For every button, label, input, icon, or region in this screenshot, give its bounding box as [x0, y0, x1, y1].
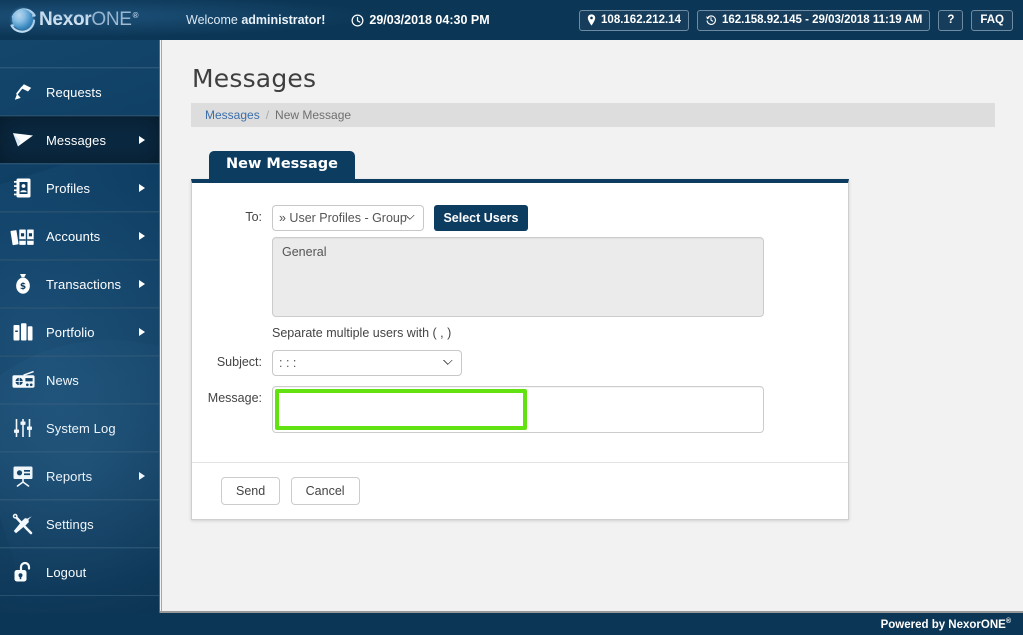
to-field-group: » User Profiles - Group Select Users Sep…	[272, 205, 848, 340]
sidebar-item-label: Profiles	[46, 180, 91, 196]
sidebar-navigation: Requests Messages Profiles Accounts $ Tr…	[0, 40, 160, 613]
help-button[interactable]: ?	[938, 9, 964, 31]
breadcrumb-link-messages[interactable]: Messages	[205, 108, 260, 122]
sidebar-item-reports[interactable]: Reports	[0, 452, 159, 500]
message-textarea[interactable]	[272, 386, 764, 433]
welcome-username: administrator!	[241, 13, 326, 27]
main-content-area: Messages Messages / New Message New Mess…	[161, 40, 1023, 613]
tools-icon	[0, 513, 46, 535]
breadcrumb-current: New Message	[275, 108, 352, 122]
new-message-form: To: » User Profiles - Group Select Users…	[192, 183, 848, 462]
briefcase-icon	[0, 321, 46, 343]
history-clock-icon	[705, 14, 717, 26]
last-login-text: 162.158.92.145 - 29/03/2018 11:19 AM	[721, 13, 923, 26]
subject-field-row: Subject: : : :	[192, 350, 848, 376]
radio-icon	[0, 370, 46, 390]
sidebar-item-label: Logout	[46, 564, 87, 580]
subject-field-group: : : :	[272, 350, 848, 376]
new-message-panel: To: » User Profiles - Group Select Users…	[191, 179, 849, 520]
panel-footer-actions: Send Cancel	[192, 462, 848, 519]
header-right-group: 108.162.212.14 162.158.92.145 - 29/03/20…	[579, 9, 1023, 31]
svg-text:$: $	[20, 282, 26, 292]
page-footer: Powered by NexorONE®	[0, 613, 1023, 635]
money-bag-icon: $	[0, 273, 46, 295]
current-ip-text: 108.162.212.14	[601, 13, 681, 26]
sidebar-item-requests[interactable]: Requests	[0, 68, 159, 116]
new-message-panel-wrapper: New Message To: » User Profiles - Group …	[191, 151, 849, 520]
chevron-right-icon	[139, 232, 145, 240]
current-ip-badge[interactable]: 108.162.212.14	[579, 9, 689, 31]
app-root: Nexor ONE ® Welcome administrator! 29/03/2…	[0, 0, 1023, 635]
send-button[interactable]: Send	[221, 477, 281, 505]
unlocked-lock-icon	[0, 561, 46, 583]
presentation-icon	[0, 465, 46, 487]
chevron-right-icon	[139, 280, 145, 288]
sidebar-item-label: Portfolio	[46, 324, 95, 340]
sidebar-top-spacer	[0, 40, 159, 68]
faq-button[interactable]: FAQ	[971, 9, 1013, 31]
logo-registered-mark: ®	[132, 11, 139, 20]
app-logo[interactable]: Nexor ONE ®	[0, 0, 172, 40]
chevron-right-icon	[139, 328, 145, 336]
to-profile-type-select[interactable]: » User Profiles - Group	[272, 205, 424, 231]
clock-icon	[351, 14, 364, 27]
sidebar-item-news[interactable]: News	[0, 356, 159, 404]
chevron-right-icon	[139, 136, 145, 144]
sidebar-item-portfolio[interactable]: Portfolio	[0, 308, 159, 356]
nexor-orb-logo-icon	[8, 5, 38, 35]
logo-text-primary: Nexor	[39, 9, 92, 30]
recipients-textarea[interactable]	[272, 237, 764, 317]
sidebar-item-messages[interactable]: Messages	[0, 116, 159, 164]
sidebar-item-label: Reports	[46, 468, 93, 484]
recipients-hint: Separate multiple users with ( , )	[272, 326, 452, 340]
top-header-bar: Nexor ONE ® Welcome administrator! 29/03/2…	[0, 0, 1023, 40]
location-pin-icon	[587, 14, 596, 26]
last-login-badge[interactable]: 162.158.92.145 - 29/03/2018 11:19 AM	[696, 9, 931, 31]
sidebar-item-label: System Log	[46, 420, 116, 436]
chevron-right-icon	[139, 184, 145, 192]
header-datetime-text: 29/03/2018 04:30 PM	[369, 13, 490, 27]
sidebar-item-logout[interactable]: Logout	[0, 548, 159, 596]
sliders-icon	[0, 417, 46, 439]
sidebar-item-label: Transactions	[46, 276, 122, 292]
binders-icon	[0, 225, 46, 247]
address-book-icon	[0, 177, 46, 199]
sidebar-item-transactions[interactable]: $ Transactions	[0, 260, 159, 308]
message-field-row: Message:	[192, 386, 848, 438]
subject-label: Subject:	[216, 355, 262, 369]
sidebar-item-label: Requests	[46, 84, 102, 100]
paper-plane-icon	[0, 130, 46, 150]
cancel-button[interactable]: Cancel	[290, 477, 360, 505]
welcome-message: Welcome administrator!	[186, 13, 325, 27]
page-title: Messages	[192, 64, 317, 93]
sidebar-item-label: Accounts	[46, 228, 101, 244]
subject-select[interactable]: : : :	[272, 350, 462, 376]
desk-lamp-icon	[0, 82, 46, 102]
footer-credit: Powered by NexorONE®	[881, 618, 1011, 631]
message-label: Message:	[207, 391, 262, 405]
select-users-button[interactable]: Select Users	[434, 205, 528, 231]
sidebar-item-label: Settings	[46, 516, 94, 532]
tab-strip: New Message	[191, 151, 849, 179]
sidebar-item-profiles[interactable]: Profiles	[0, 164, 159, 212]
chevron-right-icon	[139, 472, 145, 480]
logo-text-secondary: ONE	[91, 9, 132, 30]
tab-new-message[interactable]: New Message	[209, 151, 355, 179]
breadcrumb-separator: /	[265, 108, 270, 122]
footer-registered-mark: ®	[1005, 617, 1011, 625]
sidebar-item-label: Messages	[46, 132, 107, 148]
sidebar-item-system-log[interactable]: System Log	[0, 404, 159, 452]
message-textarea-wrapper	[272, 386, 764, 438]
footer-credit-text: Powered by NexorONE	[880, 618, 1006, 631]
to-label: To:	[245, 210, 262, 224]
to-field-row: To: » User Profiles - Group Select Users…	[192, 205, 848, 340]
sidebar-item-settings[interactable]: Settings	[0, 500, 159, 548]
welcome-prefix: Welcome	[186, 13, 242, 27]
message-field-group	[272, 386, 848, 438]
sidebar-item-label: News	[46, 372, 79, 388]
sidebar-item-accounts[interactable]: Accounts	[0, 212, 159, 260]
header-datetime: 29/03/2018 04:30 PM	[351, 13, 490, 27]
breadcrumb: Messages / New Message	[191, 103, 995, 127]
